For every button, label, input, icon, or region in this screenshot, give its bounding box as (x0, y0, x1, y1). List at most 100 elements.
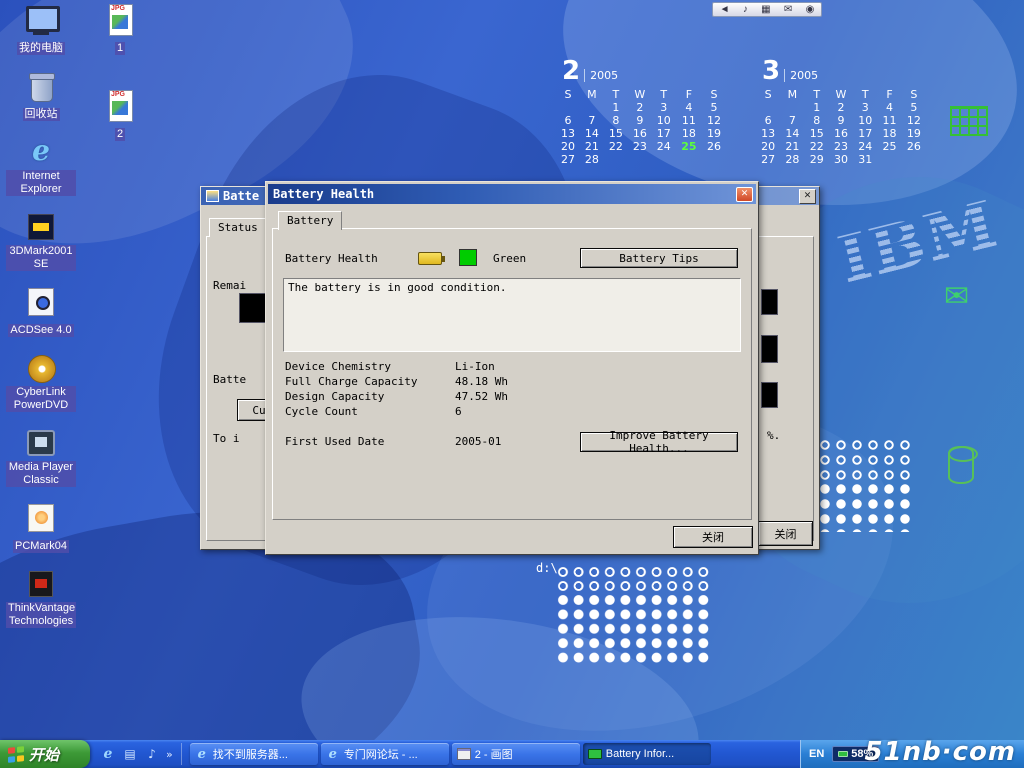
calendar-grid: SMTWTFS123456789101112131415161718192021… (756, 88, 926, 166)
desktop-icon-cyberlink-powerdvd[interactable]: CyberLink PowerDVD (6, 352, 76, 413)
battery-gauge (761, 335, 778, 363)
calendar-february-2005: 22005SMTWTFS1234567891011121314151617181… (556, 56, 726, 166)
task-label: 2 - 画图 (475, 746, 513, 762)
battery-info-fields: Device Chemistry Li-Ion Full Charge Capaci… (268, 360, 756, 420)
to-label: To i (213, 432, 240, 445)
quick-launch-chevron-icon[interactable]: » (166, 748, 173, 761)
calendar-grid: SMTWTFS123456789101112131415161718192021… (556, 88, 726, 166)
first-used-label: First Used Date (285, 435, 384, 448)
dialog-body: Battery Battery Health Green Battery Tip… (268, 204, 756, 552)
taskbar: 开始 e ▤ ♪ » e 找不到服务器... e专门网论坛 - ... 2 - 画图 Batt… (0, 740, 1024, 768)
battery-tray-icon (838, 751, 848, 757)
dot-grid (556, 593, 712, 665)
desktop-icon-file-2[interactable]: JPG 2 (94, 90, 146, 142)
mail-icon[interactable]: ✉ (784, 5, 792, 15)
grid-pictogram-icon (950, 106, 988, 136)
improve-battery-health-button[interactable]: Improve Battery Health... (580, 432, 738, 452)
media-player-icon[interactable]: ♪ (144, 746, 160, 762)
dot-grid (818, 482, 914, 532)
status-icon[interactable]: ◉ (806, 5, 815, 15)
info-field-row: Cycle Count6 (268, 405, 756, 420)
icon-label: 3DMark2001 SE (6, 245, 76, 271)
my-computer-icon (23, 4, 59, 36)
desktop-icon-media-player-classic[interactable]: Media Player Classic (6, 427, 76, 488)
start-button[interactable]: 开始 (0, 740, 90, 768)
field-value: 6 (455, 405, 462, 418)
desktop-icon-my-computer[interactable]: 我的电脑 (6, 4, 76, 56)
battery-gauge (761, 382, 778, 408)
desktop-icon-3dmark2001-se[interactable]: 3DMark2001 SE (6, 211, 76, 272)
jpg-file-icon: JPG (102, 4, 138, 36)
windows-flag-icon (8, 746, 24, 763)
field-value: Li-Ion (455, 360, 495, 373)
field-label: Full Charge Capacity (285, 375, 417, 388)
recycle-bin-icon (23, 70, 59, 102)
calendar-header: 3 2005 (756, 56, 926, 86)
mail-pictogram-icon: ✉ (944, 282, 969, 312)
cyberlink-powerdvd-icon (23, 352, 59, 384)
quick-launch: e ▤ ♪ » (90, 743, 182, 765)
internet-explorer-icon[interactable]: e (100, 746, 116, 762)
paint-icon (457, 747, 471, 761)
internet-explorer-icon: e (23, 136, 59, 168)
calendar-year: 2005 (784, 69, 818, 82)
info-field-row: Device Chemistry Li-Ion (268, 360, 756, 375)
field-value: 47.52 Wh (455, 390, 508, 403)
battery-tips-button[interactable]: Battery Tips (580, 248, 738, 268)
dialog-title: Battery Health (273, 187, 374, 201)
close-window-button[interactable]: 关闭 (758, 521, 813, 546)
cylinder-pictogram-icon (948, 446, 974, 484)
battery-health-dialog: Battery Health ✕ Battery Battery Health … (265, 181, 759, 555)
internet-explorer-icon: e (326, 747, 340, 761)
close-dialog-button[interactable]: 关闭 (673, 526, 753, 548)
close-icon[interactable]: ✕ (736, 187, 753, 202)
icon-label: Internet Explorer (6, 170, 76, 196)
speaker-icon[interactable]: ◄ (720, 5, 730, 15)
desktop-icon-thinkvantage-technologies[interactable]: ThinkVantage Technologies (6, 568, 76, 629)
health-status-swatch (459, 249, 477, 266)
battery-health-titlebar[interactable]: Battery Health ✕ (268, 184, 756, 204)
desktop-icon-pcmark04[interactable]: PCMark04 (6, 502, 76, 554)
grid-icon[interactable]: ▦ (761, 5, 770, 15)
desktop-icon-file-1[interactable]: JPG 1 (94, 4, 146, 56)
drive-label: d:\ (536, 561, 558, 575)
show-desktop-icon[interactable]: ▤ (122, 746, 138, 762)
tab-status[interactable]: Status (209, 218, 267, 237)
tab-battery[interactable]: Battery (278, 211, 342, 230)
thinkvantage-technologies-icon (23, 568, 59, 600)
battery-icon (588, 747, 602, 761)
battery-indicator[interactable]: 58% (832, 746, 879, 762)
taskbar-task-forum[interactable]: e专门网论坛 - ... (321, 743, 449, 765)
remaining-label: Remai (213, 279, 246, 292)
taskbar-task-battery-information[interactable]: Battery Infor... (583, 743, 711, 765)
desktop-icon-recycle-bin[interactable]: 回收站 (6, 70, 76, 122)
dot-grid (818, 438, 914, 482)
icon-label: ThinkVantage Technologies (6, 602, 76, 628)
field-label: Device Chemistry (285, 360, 391, 373)
field-label: Design Capacity (285, 390, 384, 403)
language-indicator[interactable]: EN (809, 748, 824, 760)
desktop-file-column: JPG 1 JPG 2 (94, 4, 146, 142)
3dmark2001-se-icon (23, 211, 59, 243)
desktop-icon-acdsee-4-0[interactable]: ACDSee 4.0 (6, 286, 76, 338)
field-value: 48.18 Wh (455, 375, 508, 388)
icon-label: 我的电脑 (17, 42, 65, 55)
system-tray: EN 58% (800, 740, 1024, 768)
taskbar-task-server-not-found[interactable]: e 找不到服务器... (190, 743, 318, 765)
taskbar-task-paint[interactable]: 2 - 画图 (452, 743, 580, 765)
desktop-icon-internet-explorer[interactable]: eInternet Explorer (6, 136, 76, 197)
battery-window-icon (206, 190, 219, 202)
task-label: 找不到服务器... (213, 746, 288, 762)
note-icon[interactable]: ♪ (743, 5, 748, 15)
close-icon[interactable]: ✕ (799, 189, 816, 204)
icon-label: 2 (115, 128, 125, 141)
calendar-month: 3 (762, 56, 780, 86)
condition-textbox[interactable]: The battery is in good condition. (283, 278, 741, 352)
calendar-march-2005: 3 2005 SMTWTFS1234567891011121314151617181… (756, 56, 926, 166)
desktop: 2 2005 SMTWTFS1234567891011121314151617181… (0, 0, 1024, 768)
calendar-today: 25 (676, 140, 702, 153)
info-field-row: Design Capacity 47.52 Wh (268, 390, 756, 405)
icon-label: PCMark04 (13, 540, 69, 553)
internet-explorer-icon: e (195, 747, 209, 761)
health-status-text: Green (493, 252, 526, 265)
